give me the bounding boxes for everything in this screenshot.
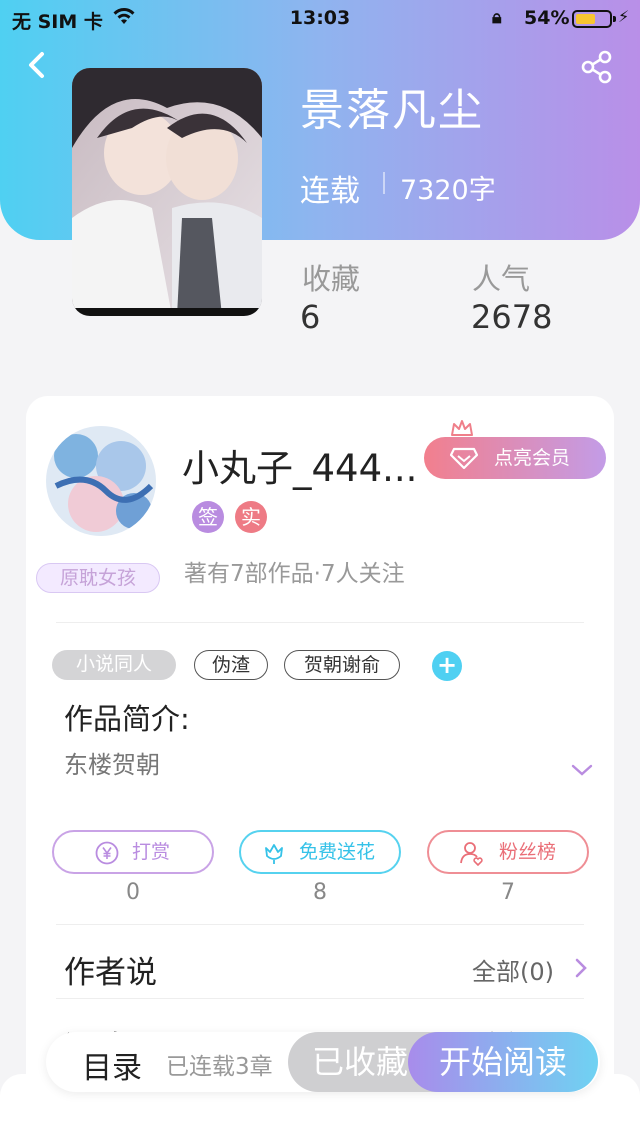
rotation-lock-icon: 🔒︎ [492,7,502,28]
start-reading-button[interactable]: 开始阅读 [408,1032,598,1092]
toc-button[interactable]: 目录 [82,1043,142,1087]
charging-icon: ⚡︎ [618,7,630,26]
tip-button[interactable]: 打赏 [52,830,214,874]
author-says-all-link[interactable]: 全部(0) [472,952,554,987]
tag-item[interactable]: 伪渣 [194,650,268,680]
avatar-badge: 原耽女孩 [36,563,160,593]
tag-category[interactable]: 小说同人 [52,650,176,680]
verified-badge: 实 [235,501,267,533]
book-title: 景落凡尘 [300,85,484,136]
diamond-icon [450,447,478,469]
stat-favorites-label: 收藏 [302,262,361,296]
tip-label: 打赏 [132,841,171,863]
author-meta: 著有7部作品·7人关注 [184,561,405,587]
stat-popularity-value: 2678 [471,298,553,336]
fan-ranking-button[interactable]: 粉丝榜 [427,830,589,874]
serial-info: 已连载3章 [166,1054,273,1080]
stat-favorites-value: 6 [300,298,321,336]
crown-icon [451,420,473,436]
add-tag-button[interactable]: + [432,651,462,681]
yen-icon [95,841,119,865]
intro-text: 东楼贺朝 [64,751,160,779]
activate-vip-button[interactable]: 点亮会员 [424,437,606,479]
book-status: 连载 [300,174,360,209]
battery-icon [572,10,616,28]
divider [56,998,584,999]
intro-title: 作品简介: [64,702,190,736]
fan-ranking-label: 粉丝榜 [499,841,557,863]
stat-popularity-label: 人气 [472,262,531,296]
send-flower-label: 免费送花 [299,841,376,863]
flower-count: 8 [313,880,327,905]
tag-item[interactable]: 贺朝谢俞 [284,650,400,680]
book-cover[interactable] [72,68,262,316]
author-name[interactable]: 小丸子_444... [182,438,418,492]
tip-count: 0 [126,880,140,905]
fan-user-icon [460,842,483,866]
battery-percent: 54% [524,7,570,29]
flower-icon [265,844,283,864]
avatar[interactable] [46,426,156,536]
divider [56,622,584,623]
signed-badge: 签 [192,501,224,533]
divider [56,924,584,925]
back-arrow-icon[interactable] [22,48,52,82]
chevron-right-icon[interactable] [574,957,588,979]
share-icon[interactable] [580,50,614,84]
status-bar: 无 SIM 卡 13:03 🔒︎ 54% ⚡︎ [0,0,640,36]
fan-count: 7 [501,880,515,905]
send-flower-button[interactable]: 免费送花 [239,830,401,874]
divider [383,172,385,194]
chevron-down-icon[interactable] [570,762,594,778]
word-count: 7320字 [400,175,496,206]
vip-button-label: 点亮会员 [494,447,571,469]
author-says-title: 作者说 [64,955,157,991]
